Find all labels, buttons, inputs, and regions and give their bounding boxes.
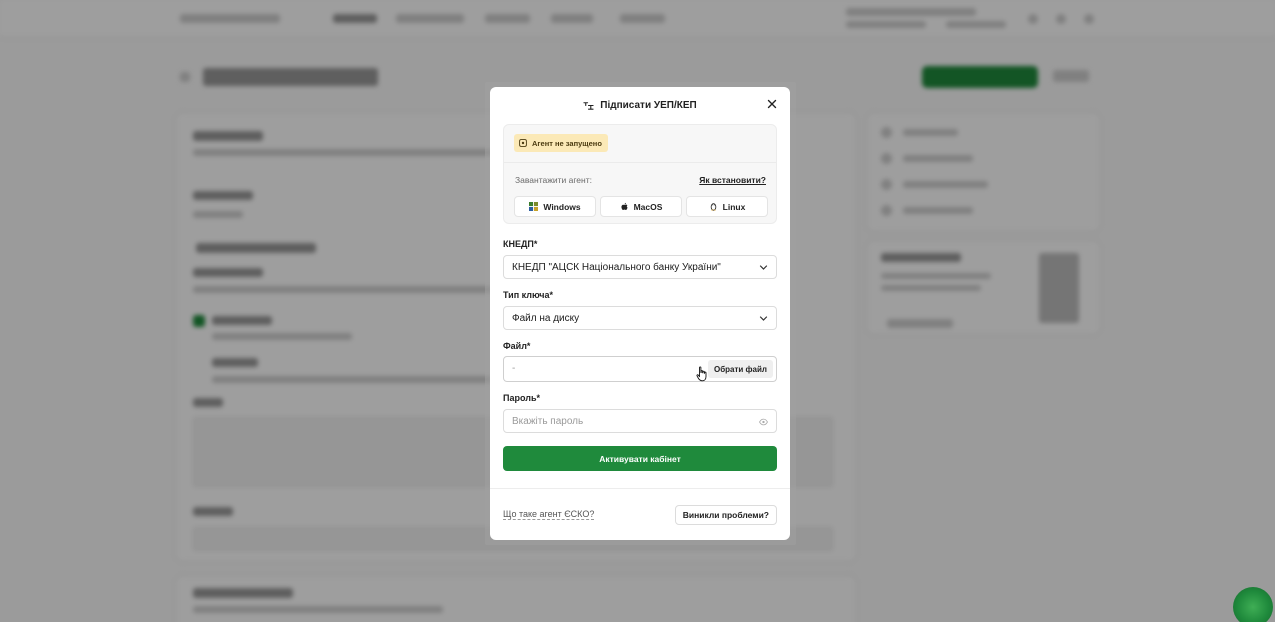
apple-icon [621,202,628,211]
macos-label: MacOS [633,201,663,212]
windows-icon [529,202,539,211]
os-download-buttons: Windows MacOS Linux [514,196,768,217]
download-macos-button[interactable]: MacOS [600,196,682,217]
eye-icon[interactable] [759,418,768,426]
windows-label: Windows [543,201,581,212]
download-agent-label: Завантажити агент: [515,175,592,185]
chevron-down-icon [759,265,768,270]
dialog-title: Підписати УЕП/КЕП [600,99,697,111]
chevron-down-icon [759,316,768,321]
dialog-header: Підписати УЕП/КЕП [490,87,790,123]
footer-divider [490,488,790,489]
password-label: Пароль* [503,393,540,403]
linux-label: Linux [722,201,746,212]
problems-button[interactable]: Виникли проблеми? [674,505,777,525]
what-is-agent-link[interactable]: Що таке агент ЄСКО? [503,509,595,520]
kednp-select[interactable]: КНЕДП "АЦСК Національного банку України" [503,255,777,279]
key-type-label: Тип ключа* [503,290,554,300]
dialog-title-wrap: Підписати УЕП/КЕП [583,99,697,111]
download-windows-button[interactable]: Windows [514,196,596,217]
kednp-label: КНЕДП* [503,239,538,249]
agent-warning-icon [519,139,527,147]
close-button[interactable] [764,96,780,112]
chat-widget-button[interactable] [1233,587,1273,622]
how-to-install-link[interactable]: Як встановити? [699,175,766,185]
password-input[interactable] [512,414,742,429]
file-value: - [512,363,516,374]
password-field[interactable] [503,409,777,433]
choose-file-button[interactable]: Обрати файл [707,360,773,378]
agent-divider [504,162,776,163]
download-linux-button[interactable]: Linux [686,196,768,217]
close-icon [767,99,777,109]
signature-icon [583,101,594,110]
kednp-value: КНЕДП "АЦСК Національного банку України" [512,261,721,273]
agent-panel: Агент не запущено Завантажити агент: Як … [503,124,777,224]
activate-cabinet-button[interactable]: Активувати кабінет [503,446,777,471]
key-type-select[interactable]: Файл на диску [503,306,777,330]
agent-status-text: Агент не запущено [532,138,602,148]
key-type-value: Файл на диску [512,312,580,324]
file-input[interactable]: - Обрати файл [503,356,777,382]
hand-cursor-icon [696,366,707,382]
file-label: Файл* [503,341,531,351]
sign-dialog: Підписати УЕП/КЕП Агент не запущено Зава… [490,87,790,540]
agent-status-badge: Агент не запущено [514,134,608,152]
linux-icon [710,203,716,211]
